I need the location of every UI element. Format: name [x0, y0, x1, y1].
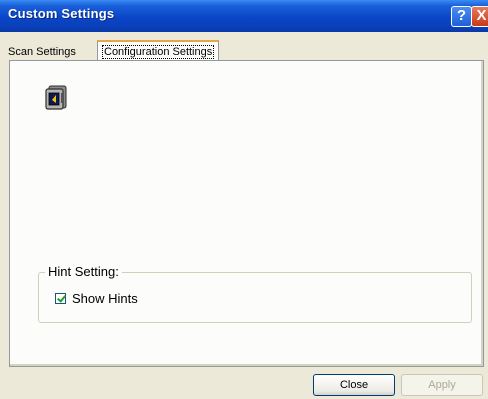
camera-icon — [45, 85, 67, 110]
help-button[interactable]: ? — [451, 6, 472, 27]
show-hints-label[interactable]: Show Hints — [72, 291, 138, 306]
show-hints-option[interactable]: Show Hints — [55, 291, 138, 306]
show-hints-checkbox[interactable] — [55, 293, 66, 304]
hint-setting-group: Hint Setting: Show Hints — [38, 264, 472, 323]
window-title: Custom Settings — [8, 6, 115, 21]
apply-button[interactable]: Apply — [401, 374, 483, 396]
tab-configuration-settings[interactable]: Configuration Settings — [97, 40, 220, 60]
tab-scan-settings-label: Scan Settings — [8, 46, 76, 58]
close-button[interactable]: Close — [313, 374, 395, 396]
custom-settings-dialog: Custom Settings ? X Scan Settings Config… — [0, 0, 488, 399]
title-bar[interactable]: Custom Settings ? X — [0, 0, 488, 32]
close-icon: X — [476, 7, 487, 24]
tab-configuration-settings-label: Configuration Settings — [102, 45, 215, 59]
configuration-settings-panel: Hint Setting: Show Hints — [9, 60, 484, 367]
help-icon: ? — [456, 7, 467, 24]
hint-setting-legend: Hint Setting: — [45, 264, 122, 279]
close-window-button[interactable]: X — [471, 6, 488, 27]
tab-scan-settings[interactable]: Scan Settings — [6, 44, 78, 60]
